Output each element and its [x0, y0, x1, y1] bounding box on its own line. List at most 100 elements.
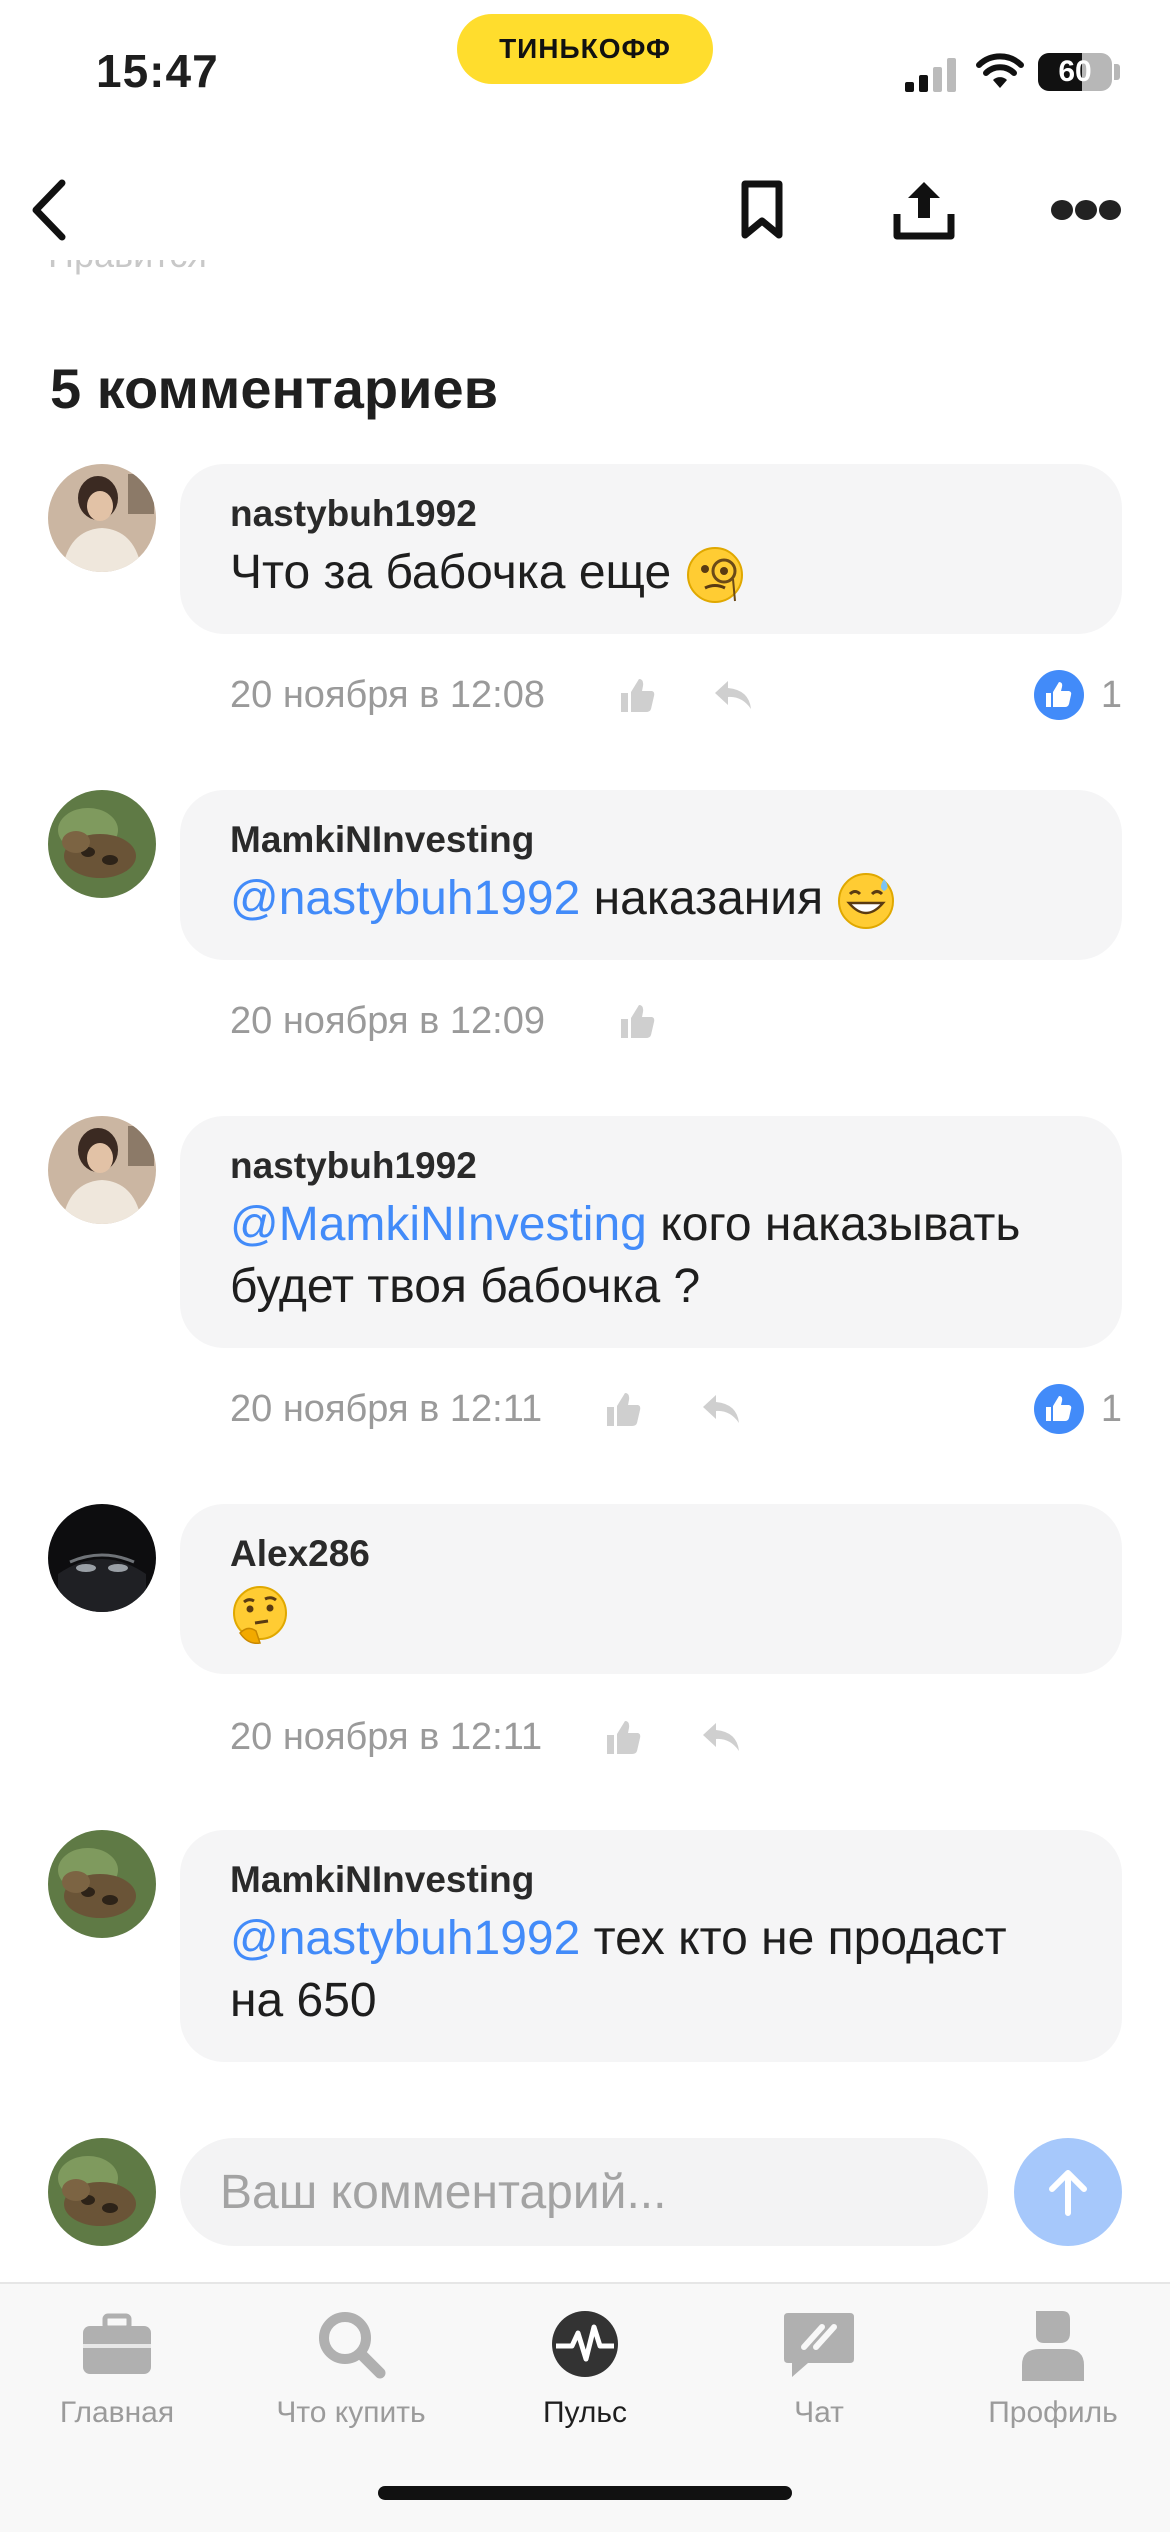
- comment-bubble: nastybuh1992 Что за бабочка еще: [180, 464, 1122, 634]
- briefcase-icon: [77, 2304, 157, 2384]
- blue-like-icon: [1033, 670, 1084, 720]
- mention-link[interactable]: @MamkiNInvesting: [230, 1198, 647, 1251]
- comment-text: @nastybuh1992 тех кто не продаст на 650: [230, 1908, 1072, 2032]
- tab-what-to-buy[interactable]: Что купить: [234, 2304, 468, 2464]
- comment-composer: [0, 2138, 1170, 2248]
- user-avatar-photo: [48, 1116, 156, 1224]
- mention-link[interactable]: @nastybuh1992: [230, 872, 580, 925]
- status-time: 15:47: [96, 45, 219, 97]
- search-icon: [311, 2304, 391, 2384]
- profile-icon: [1013, 2304, 1093, 2384]
- comment-meta: 20 ноября в 12:11: [230, 1712, 542, 1762]
- like-count: 1: [1100, 673, 1122, 716]
- reply-button[interactable]: [696, 1384, 746, 1434]
- user-avatar-photo: [48, 464, 156, 572]
- battery-percent: 60: [1058, 55, 1092, 88]
- current-user-avatar: [48, 2138, 156, 2246]
- send-button[interactable]: [1014, 2138, 1122, 2246]
- comment-author[interactable]: Alex286: [230, 1530, 1072, 1578]
- tab-home[interactable]: Главная: [0, 2304, 234, 2464]
- user-avatar-photo: [48, 790, 156, 898]
- cellular-signal-icon: [905, 58, 956, 92]
- battery-cap: [1114, 64, 1120, 80]
- reply-icon: [703, 1723, 739, 1751]
- brand-name: ТИНЬКОФФ: [499, 33, 671, 64]
- thumbs-up-icon: [607, 1721, 641, 1754]
- more-button[interactable]: [1046, 170, 1126, 250]
- tab-label: Главная: [59, 2396, 175, 2429]
- like-button[interactable]: [612, 670, 662, 720]
- share-button[interactable]: [884, 170, 964, 250]
- like-count: 1: [1100, 1387, 1122, 1430]
- blue-like-icon: [1033, 1384, 1084, 1434]
- comment-body: Что за бабочка еще: [230, 546, 672, 599]
- bookmark-icon: [741, 180, 783, 239]
- comment-author[interactable]: MamkiNInvesting: [230, 1856, 1072, 1904]
- comment-author[interactable]: nastybuh1992: [230, 1142, 1072, 1190]
- more-dots-icon: [1051, 200, 1121, 220]
- top-navigation: [0, 150, 1170, 260]
- wifi-icon: [976, 53, 1024, 88]
- bookmark-button[interactable]: [722, 170, 802, 250]
- comment-bubble: nastybuh1992 @MamkiNInvesting кого наказ…: [180, 1116, 1122, 1348]
- tab-label: Пульс: [542, 2396, 628, 2429]
- like-counter: 1: [1033, 1384, 1122, 1434]
- like-button[interactable]: [612, 996, 662, 1046]
- tab-label: Что купить: [276, 2396, 426, 2429]
- tab-pulse[interactable]: Пульс: [468, 2304, 702, 2464]
- comment-meta: 20 ноября в 12:08: [230, 670, 545, 720]
- comment-body: наказания: [593, 872, 824, 925]
- status-bar: 15:47 ТИНЬКОФФ 60: [0, 0, 1170, 140]
- home-indicator: [378, 2486, 792, 2500]
- user-avatar-photo: [48, 2138, 156, 2246]
- grinning-sweat-emoji: [838, 873, 895, 930]
- comment-date: 20 ноября в 12:09: [230, 999, 545, 1042]
- tab-chat[interactable]: Чат: [702, 2304, 936, 2464]
- user-avatar-photo: [48, 1504, 156, 1612]
- comment-bubble: Alex286: [180, 1504, 1122, 1674]
- comment-input[interactable]: [180, 2138, 988, 2246]
- comment-author[interactable]: nastybuh1992: [230, 490, 1072, 538]
- comment-bubble: MamkiNInvesting @nastybuh1992 наказания: [180, 790, 1122, 960]
- comment-text: [230, 1582, 1072, 1645]
- like-counter: 1: [1033, 670, 1122, 720]
- comment-date: 20 ноября в 12:11: [230, 1715, 543, 1758]
- thumbs-up-icon: [621, 1005, 655, 1038]
- avatar[interactable]: [48, 1504, 156, 1612]
- thumbs-up-icon: [621, 679, 655, 712]
- mention-link[interactable]: @nastybuh1992: [230, 1912, 580, 1965]
- tab-label: Чат: [794, 2396, 844, 2429]
- pulse-icon: [545, 2304, 625, 2384]
- comments-heading: 5 комментариев: [50, 357, 499, 420]
- comment-meta: 20 ноября в 12:09: [230, 996, 545, 1046]
- reply-icon: [703, 1395, 739, 1423]
- comment-date: 20 ноября в 12:11: [230, 1387, 543, 1430]
- avatar[interactable]: [48, 464, 156, 572]
- share-icon: [893, 182, 955, 240]
- tab-profile[interactable]: Профиль: [936, 2304, 1170, 2464]
- comment-bubble: MamkiNInvesting @nastybuh1992 тех кто не…: [180, 1830, 1122, 2062]
- avatar[interactable]: [48, 1830, 156, 1938]
- reply-icon: [715, 681, 751, 709]
- brand-logo-pill: ТИНЬКОФФ: [457, 14, 713, 84]
- like-button[interactable]: [598, 1384, 648, 1434]
- thumbs-up-icon: [607, 1393, 641, 1426]
- arrow-up-icon: [1049, 2170, 1087, 2216]
- comment-text: @MamkiNInvesting кого наказывать будет т…: [230, 1194, 1072, 1318]
- like-button[interactable]: [598, 1712, 648, 1762]
- comment-meta: 20 ноября в 12:11: [230, 1384, 542, 1434]
- user-avatar-photo: [48, 1830, 156, 1938]
- avatar[interactable]: [48, 790, 156, 898]
- battery-icon: 60: [1038, 53, 1112, 91]
- avatar[interactable]: [48, 1116, 156, 1224]
- comment-text: @nastybuh1992 наказания: [230, 868, 1072, 931]
- reply-button[interactable]: [708, 670, 758, 720]
- thinking-face-emoji: [233, 1586, 287, 1645]
- comment-author[interactable]: MamkiNInvesting: [230, 816, 1072, 864]
- reply-button[interactable]: [696, 1712, 746, 1762]
- comment-text: Что за бабочка еще: [230, 542, 1072, 605]
- tab-label: Профиль: [988, 2396, 1118, 2429]
- comment-date: 20 ноября в 12:08: [230, 673, 545, 716]
- back-button[interactable]: [8, 170, 88, 250]
- chat-icon: [779, 2304, 859, 2384]
